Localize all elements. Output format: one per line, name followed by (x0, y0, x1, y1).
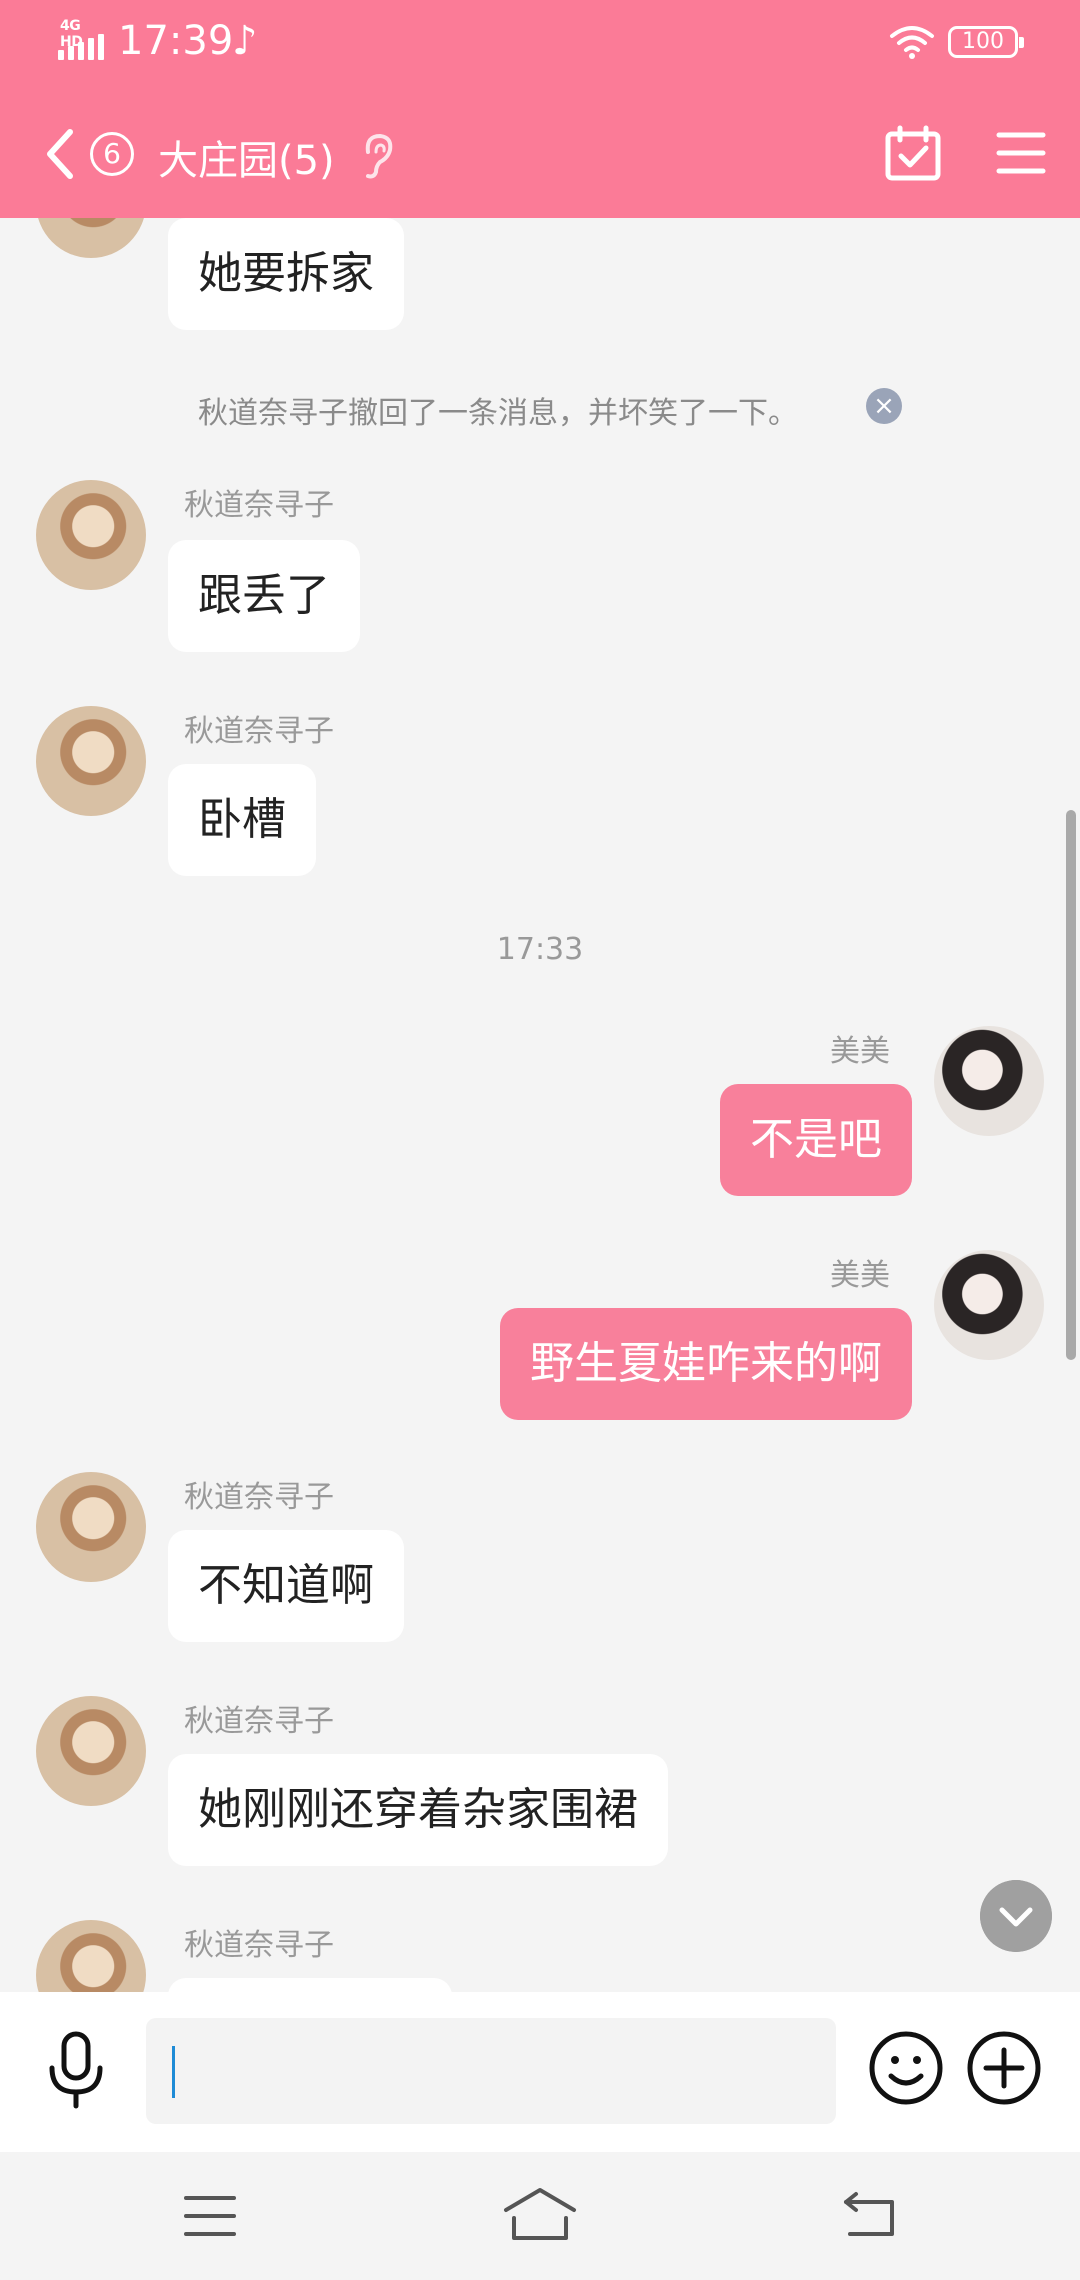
text-cursor (172, 2046, 175, 2098)
microphone-icon[interactable] (42, 2030, 110, 2110)
tiktok-icon: ♪ (232, 18, 258, 64)
close-icon[interactable]: × (866, 388, 902, 424)
message-bubble[interactable] (168, 1978, 452, 1992)
message-bubble[interactable]: 不知道啊 (168, 1530, 404, 1642)
message-bubble[interactable]: 野生夏娃咋来的啊 (500, 1308, 912, 1420)
emoji-icon[interactable] (868, 2030, 944, 2106)
recall-notice-text: 秋道奈寻子撤回了一条消息，并坏笑了一下。 (198, 396, 798, 431)
home-icon[interactable] (502, 2186, 578, 2242)
message-list[interactable]: 她要拆家 秋道奈寻子撤回了一条消息，并坏笑了一下。 × 秋道奈寻子 跟丢了 秋道… (0, 218, 1080, 1992)
chevron-down-icon[interactable] (980, 1880, 1052, 1952)
sender-name: 秋道奈寻子 (184, 714, 334, 749)
unread-count-badge[interactable]: 6 (90, 132, 134, 176)
time-divider: 17:33 (496, 932, 584, 967)
avatar[interactable] (36, 1472, 146, 1582)
scrollbar[interactable] (1066, 810, 1076, 1360)
back-icon[interactable] (842, 2188, 896, 2238)
avatar[interactable] (934, 1250, 1044, 1360)
wifi-icon (890, 26, 934, 59)
sender-name: 美美 (830, 1034, 890, 1069)
menu-icon[interactable] (996, 130, 1046, 176)
signal-icon: 4G HD (58, 18, 106, 60)
sender-name: 秋道奈寻子 (184, 1704, 334, 1739)
avatar[interactable] (36, 480, 146, 590)
chat-title: 大庄园(5) (158, 138, 335, 184)
calendar-check-icon[interactable] (884, 124, 942, 182)
battery-indicator: 100 (948, 26, 1024, 58)
input-bar (0, 1992, 1080, 2152)
ear-icon[interactable] (356, 130, 396, 180)
message-input[interactable] (146, 2018, 836, 2124)
recent-apps-icon[interactable] (184, 2194, 236, 2238)
system-nav-bar (0, 2152, 1080, 2280)
message-bubble[interactable]: 她要拆家 (168, 218, 404, 330)
sender-name: 秋道奈寻子 (184, 488, 334, 523)
message-bubble[interactable]: 卧槽 (168, 764, 316, 876)
message-bubble[interactable]: 跟丢了 (168, 540, 360, 652)
chat-navbar: 6 大庄园(5) (0, 110, 1080, 200)
avatar[interactable] (36, 218, 146, 258)
sender-name: 美美 (830, 1258, 890, 1293)
sender-name: 秋道奈寻子 (184, 1480, 334, 1515)
avatar[interactable] (36, 706, 146, 816)
app-header: 4G HD 17:39 ♪ 100 6 大庄园(5) (0, 0, 1080, 218)
plus-circle-icon[interactable] (966, 2030, 1042, 2106)
avatar[interactable] (36, 1696, 146, 1806)
message-bubble[interactable]: 不是吧 (720, 1084, 912, 1196)
avatar[interactable] (934, 1026, 1044, 1136)
message-bubble[interactable]: 她刚刚还穿着杂家围裙 (168, 1754, 668, 1866)
sender-name: 秋道奈寻子 (184, 1928, 334, 1963)
recall-notice: 秋道奈寻子撤回了一条消息，并坏笑了一下。 × (0, 380, 1080, 440)
status-bar: 4G HD 17:39 ♪ 100 (0, 0, 1080, 84)
avatar[interactable] (36, 1920, 146, 1992)
status-time: 17:39 (118, 18, 234, 64)
chevron-left-icon[interactable] (40, 126, 80, 182)
